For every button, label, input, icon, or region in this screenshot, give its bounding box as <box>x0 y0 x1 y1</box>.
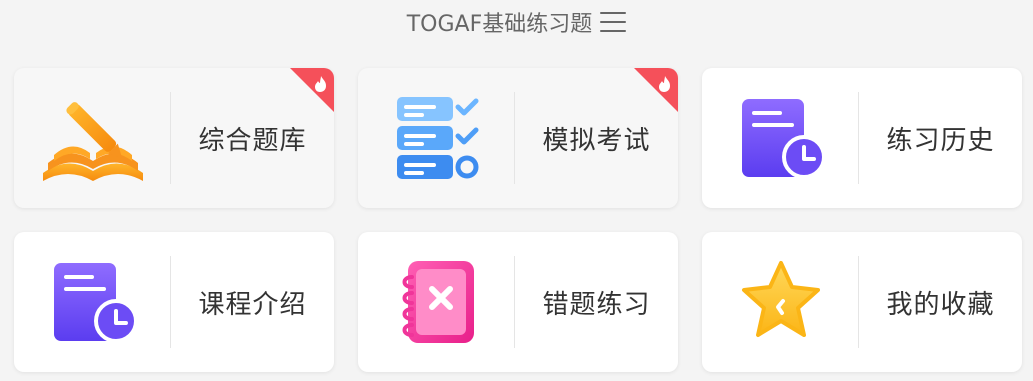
card-practice-history[interactable]: 练习历史 <box>702 68 1022 208</box>
document-clock-icon <box>741 99 826 179</box>
header-bar: TOGAF基础练习题 <box>0 0 1033 44</box>
card-label: 课程介绍 <box>198 289 307 320</box>
card-wrong-questions[interactable]: 错题练习 <box>358 232 678 372</box>
book-pen-icon <box>42 102 143 181</box>
star-icon <box>741 261 820 337</box>
card-course-intro[interactable]: 课程介绍 <box>14 232 334 372</box>
menu-icon[interactable] <box>600 12 627 32</box>
notebook-x-icon <box>402 261 474 343</box>
flame-icon <box>634 68 678 112</box>
document-clock-icon <box>53 263 138 343</box>
card-label: 我的收藏 <box>886 289 995 320</box>
card-question-bank[interactable]: 综合题库 <box>14 68 334 208</box>
card-label: 错题练习 <box>542 289 651 320</box>
card-mock-exam[interactable]: 模拟考试 <box>358 68 678 208</box>
card-my-favorites[interactable]: 我的收藏 <box>702 232 1022 372</box>
flame-icon <box>290 68 334 112</box>
card-label: 练习历史 <box>886 125 995 156</box>
page-title: TOGAF基础练习题 <box>406 12 593 37</box>
checklist-icon <box>396 97 478 179</box>
